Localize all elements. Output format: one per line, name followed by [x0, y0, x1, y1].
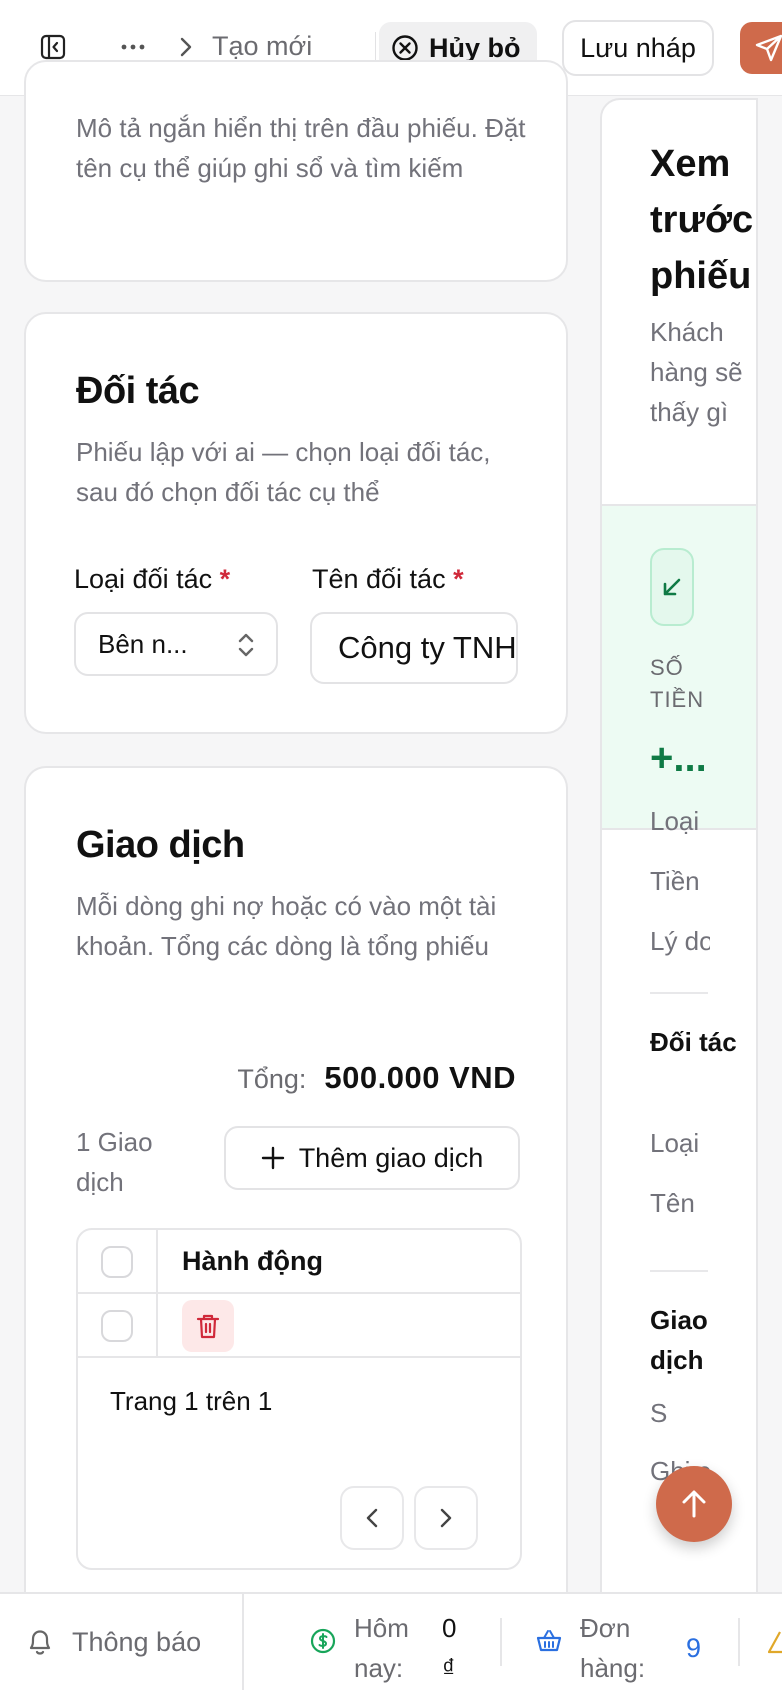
preview-section-partner: Đối tác — [650, 1027, 737, 1057]
notifications-button[interactable]: Thông báo — [26, 1594, 201, 1690]
total-label: Tổng: — [237, 1064, 307, 1094]
next-page-button[interactable] — [414, 1486, 478, 1550]
transactions-title: Giao dịch — [76, 824, 245, 866]
pagination-text: Trang 1 trên 1 — [110, 1386, 273, 1416]
row-checkbox[interactable] — [101, 1310, 133, 1342]
send-icon — [755, 34, 782, 62]
more-icon[interactable] — [118, 30, 148, 64]
column-header-action: Hành động — [182, 1246, 323, 1276]
chevron-right-icon — [440, 1508, 452, 1528]
transactions-card: Giao dịch Mỗi dòng ghi nợ hoặc có vào mộ… — [24, 766, 568, 1666]
select-all-checkbox[interactable] — [101, 1246, 133, 1278]
preview-divider — [650, 1270, 708, 1272]
chevron-left-icon — [366, 1508, 378, 1528]
status-divider — [242, 1594, 244, 1690]
basket-icon — [536, 1628, 562, 1659]
transaction-count: 1 Giao dịch — [76, 1127, 153, 1197]
preview-line-partner-name: Tên — [650, 1188, 695, 1218]
preview-subtitle: Khách hàng sẽ thấy gì — [650, 317, 743, 427]
preview-amount-label: SỐ TIỀN — [650, 655, 705, 712]
preview-divider — [650, 992, 708, 994]
warning-icon — [767, 1630, 782, 1659]
total-summary: Tổng: 500.000 VND — [237, 1060, 516, 1096]
breadcrumb-current: Tạo mới — [212, 31, 313, 61]
dollar-icon — [310, 1628, 336, 1659]
partner-name-value: Công ty TNHH — [338, 630, 517, 665]
partner-type-value: Bên n... — [98, 628, 188, 659]
send-button[interactable] — [740, 22, 782, 74]
preview-line-type: Loại — [650, 806, 700, 836]
arrow-up-icon — [682, 1490, 706, 1518]
table-header-row: Hành động — [78, 1230, 520, 1294]
close-circle-icon — [392, 35, 418, 61]
preview-title: Xem trước phiếu — [650, 143, 754, 297]
chevron-right-icon — [174, 32, 198, 62]
save-draft-label: Lưu nháp — [580, 32, 696, 63]
status-divider — [500, 1618, 502, 1666]
required-mark: * — [453, 564, 464, 594]
preview-panel: Xem trước phiếu Khách hàng sẽ thấy gì SỐ… — [600, 98, 758, 1690]
save-draft-button[interactable]: Lưu nháp — [562, 20, 714, 76]
preview-amount-box: SỐ TIỀN +... — [602, 504, 756, 830]
today-label: Hôm nay: — [354, 1613, 409, 1683]
arrow-down-left-icon — [650, 548, 694, 626]
partner-name-input[interactable]: Công ty TNHH — [310, 612, 518, 684]
preview-line-partner-type: Loại — [650, 1128, 700, 1158]
total-value: 500.000 VND — [324, 1060, 516, 1095]
prev-page-button[interactable] — [340, 1486, 404, 1550]
trash-icon — [196, 1314, 220, 1339]
delete-row-button[interactable] — [182, 1300, 234, 1352]
notifications-label: Thông báo — [72, 1626, 202, 1657]
bottom-status-bar: Thông báo Hôm nay: 0 ₫ Đơn hàng: 9 — [0, 1592, 782, 1690]
partner-type-label: Loại đối tác * — [74, 564, 231, 594]
table-row — [78, 1294, 520, 1358]
preview-amount-value: +... — [650, 736, 707, 780]
plus-icon — [261, 1146, 284, 1170]
status-divider — [738, 1618, 740, 1666]
info-card: Mô tả ngắn hiển thị trên đầu phiếu. Đặt … — [24, 60, 568, 282]
add-transaction-label: Thêm giao dịch — [298, 1142, 484, 1173]
partner-title: Đối tác — [76, 370, 200, 412]
partner-name-label: Tên đối tác * — [312, 564, 464, 594]
add-transaction-button[interactable]: Thêm giao dịch — [224, 1126, 520, 1190]
info-description: Mô tả ngắn hiển thị trên đầu phiếu. Đặt … — [76, 113, 526, 183]
partner-description: Phiếu lập với ai — chọn loại đối tác, sa… — [76, 437, 491, 507]
orders-value: 9 — [686, 1633, 702, 1663]
scroll-top-button[interactable] — [656, 1466, 732, 1542]
orders-label: Đơn hàng: — [580, 1613, 646, 1683]
bell-icon — [29, 1630, 51, 1655]
transactions-table: Hành động Trang 1 trên 1 — [76, 1228, 522, 1570]
preview-line-s: S — [650, 1398, 668, 1428]
today-value: 0 ₫ — [442, 1613, 457, 1683]
cancel-label: Hủy bỏ — [429, 32, 521, 63]
preview-line-reason: Lý do — [650, 926, 710, 956]
chevron-up-down-icon — [238, 633, 254, 657]
partner-type-select[interactable]: Bên n... — [74, 612, 278, 676]
required-mark: * — [219, 564, 231, 594]
preview-line-money: Tiền — [650, 866, 700, 896]
preview-section-transactions: Giao dịch — [650, 1305, 708, 1375]
sidebar-toggle-icon[interactable] — [36, 30, 70, 64]
transactions-description: Mỗi dòng ghi nợ hoặc có vào một tài khoả… — [76, 891, 497, 961]
